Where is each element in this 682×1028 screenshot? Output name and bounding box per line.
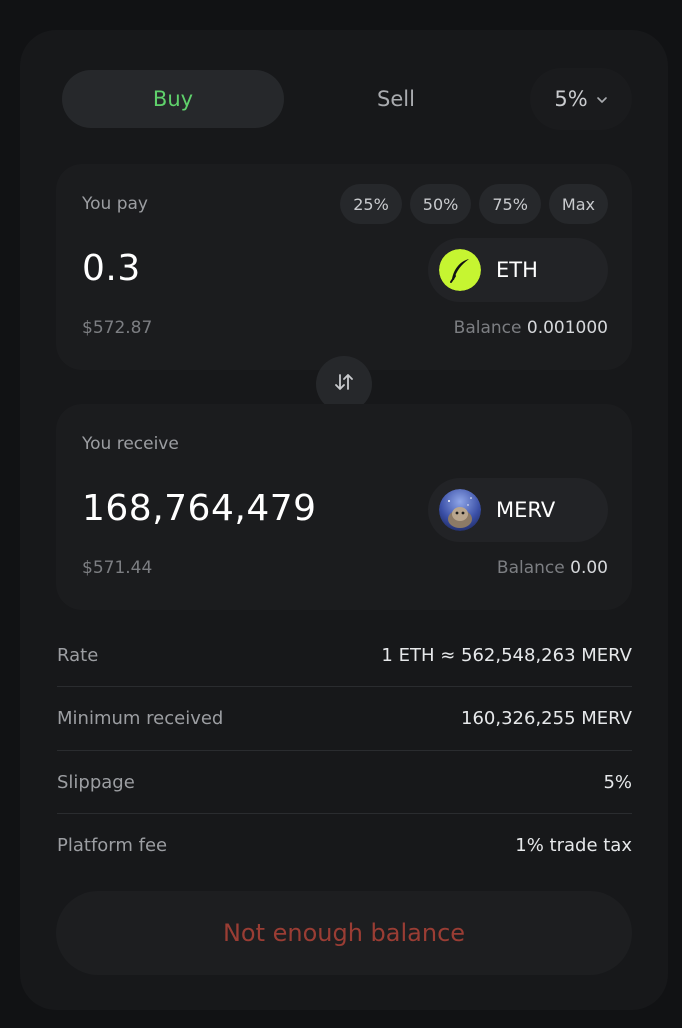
percent-buttons: 25% 50% 75% Max bbox=[340, 184, 608, 224]
percent-75-button[interactable]: 75% bbox=[479, 184, 541, 224]
platform-fee-value: 1% trade tax bbox=[515, 835, 632, 856]
pay-balance-label: Balance bbox=[453, 318, 522, 338]
swap-card: Buy Sell 5% You pay 25% 50% 75% Max 0.3 bbox=[20, 30, 668, 1010]
receive-token-selector[interactable]: MERV bbox=[428, 478, 608, 542]
pay-usd-value: $572.87 bbox=[82, 318, 153, 338]
tab-buy[interactable]: Buy bbox=[62, 70, 284, 128]
minimum-received-label: Minimum received bbox=[57, 708, 224, 729]
platform-fee-row: Platform fee 1% trade tax bbox=[57, 814, 632, 877]
submit-button[interactable]: Not enough balance bbox=[56, 891, 632, 975]
minimum-received-row: Minimum received 160,326,255 MERV bbox=[57, 687, 632, 750]
receive-panel: You receive 168,764,479 MERV $571.44 Bal… bbox=[56, 404, 632, 610]
rate-value: 1 ETH ≈ 562,548,263 MERV bbox=[381, 645, 632, 666]
pay-panel: You pay 25% 50% 75% Max 0.3 ETH $572.87 … bbox=[56, 164, 632, 370]
tab-sell[interactable]: Sell bbox=[286, 70, 506, 128]
receive-usd-value: $571.44 bbox=[82, 558, 153, 578]
receive-token-symbol: MERV bbox=[496, 498, 556, 522]
pay-token-symbol: ETH bbox=[496, 258, 538, 282]
chevron-down-icon bbox=[596, 93, 608, 107]
receive-balance-value: 0.00 bbox=[570, 558, 608, 578]
pay-balance: Balance 0.001000 bbox=[454, 318, 608, 338]
rate-row: Rate 1 ETH ≈ 562,548,263 MERV bbox=[57, 624, 632, 687]
slippage-select[interactable]: 5% bbox=[530, 68, 632, 130]
pay-amount-input[interactable]: 0.3 bbox=[82, 248, 141, 289]
eth-feather-icon bbox=[439, 249, 481, 291]
receive-balance-label: Balance bbox=[496, 558, 565, 578]
slippage-select-value: 5% bbox=[554, 87, 588, 111]
merv-token-icon bbox=[439, 489, 481, 531]
receive-label: You receive bbox=[82, 434, 179, 454]
pay-token-selector[interactable]: ETH bbox=[428, 238, 608, 302]
max-button[interactable]: Max bbox=[548, 184, 608, 224]
platform-fee-label: Platform fee bbox=[57, 835, 168, 856]
receive-balance: Balance 0.00 bbox=[497, 558, 608, 578]
pay-label: You pay bbox=[82, 194, 148, 214]
receive-amount: 168,764,479 bbox=[82, 488, 317, 529]
percent-50-button[interactable]: 50% bbox=[409, 184, 472, 224]
pay-balance-value: 0.001000 bbox=[526, 318, 608, 338]
minimum-received-value: 160,326,255 MERV bbox=[461, 708, 632, 729]
percent-25-button[interactable]: 25% bbox=[340, 184, 402, 224]
slippage-row: Slippage 5% bbox=[57, 751, 632, 814]
slippage-value: 5% bbox=[603, 772, 632, 793]
slippage-label: Slippage bbox=[57, 772, 135, 793]
rate-label: Rate bbox=[57, 645, 99, 666]
swap-arrows-icon bbox=[333, 371, 355, 397]
